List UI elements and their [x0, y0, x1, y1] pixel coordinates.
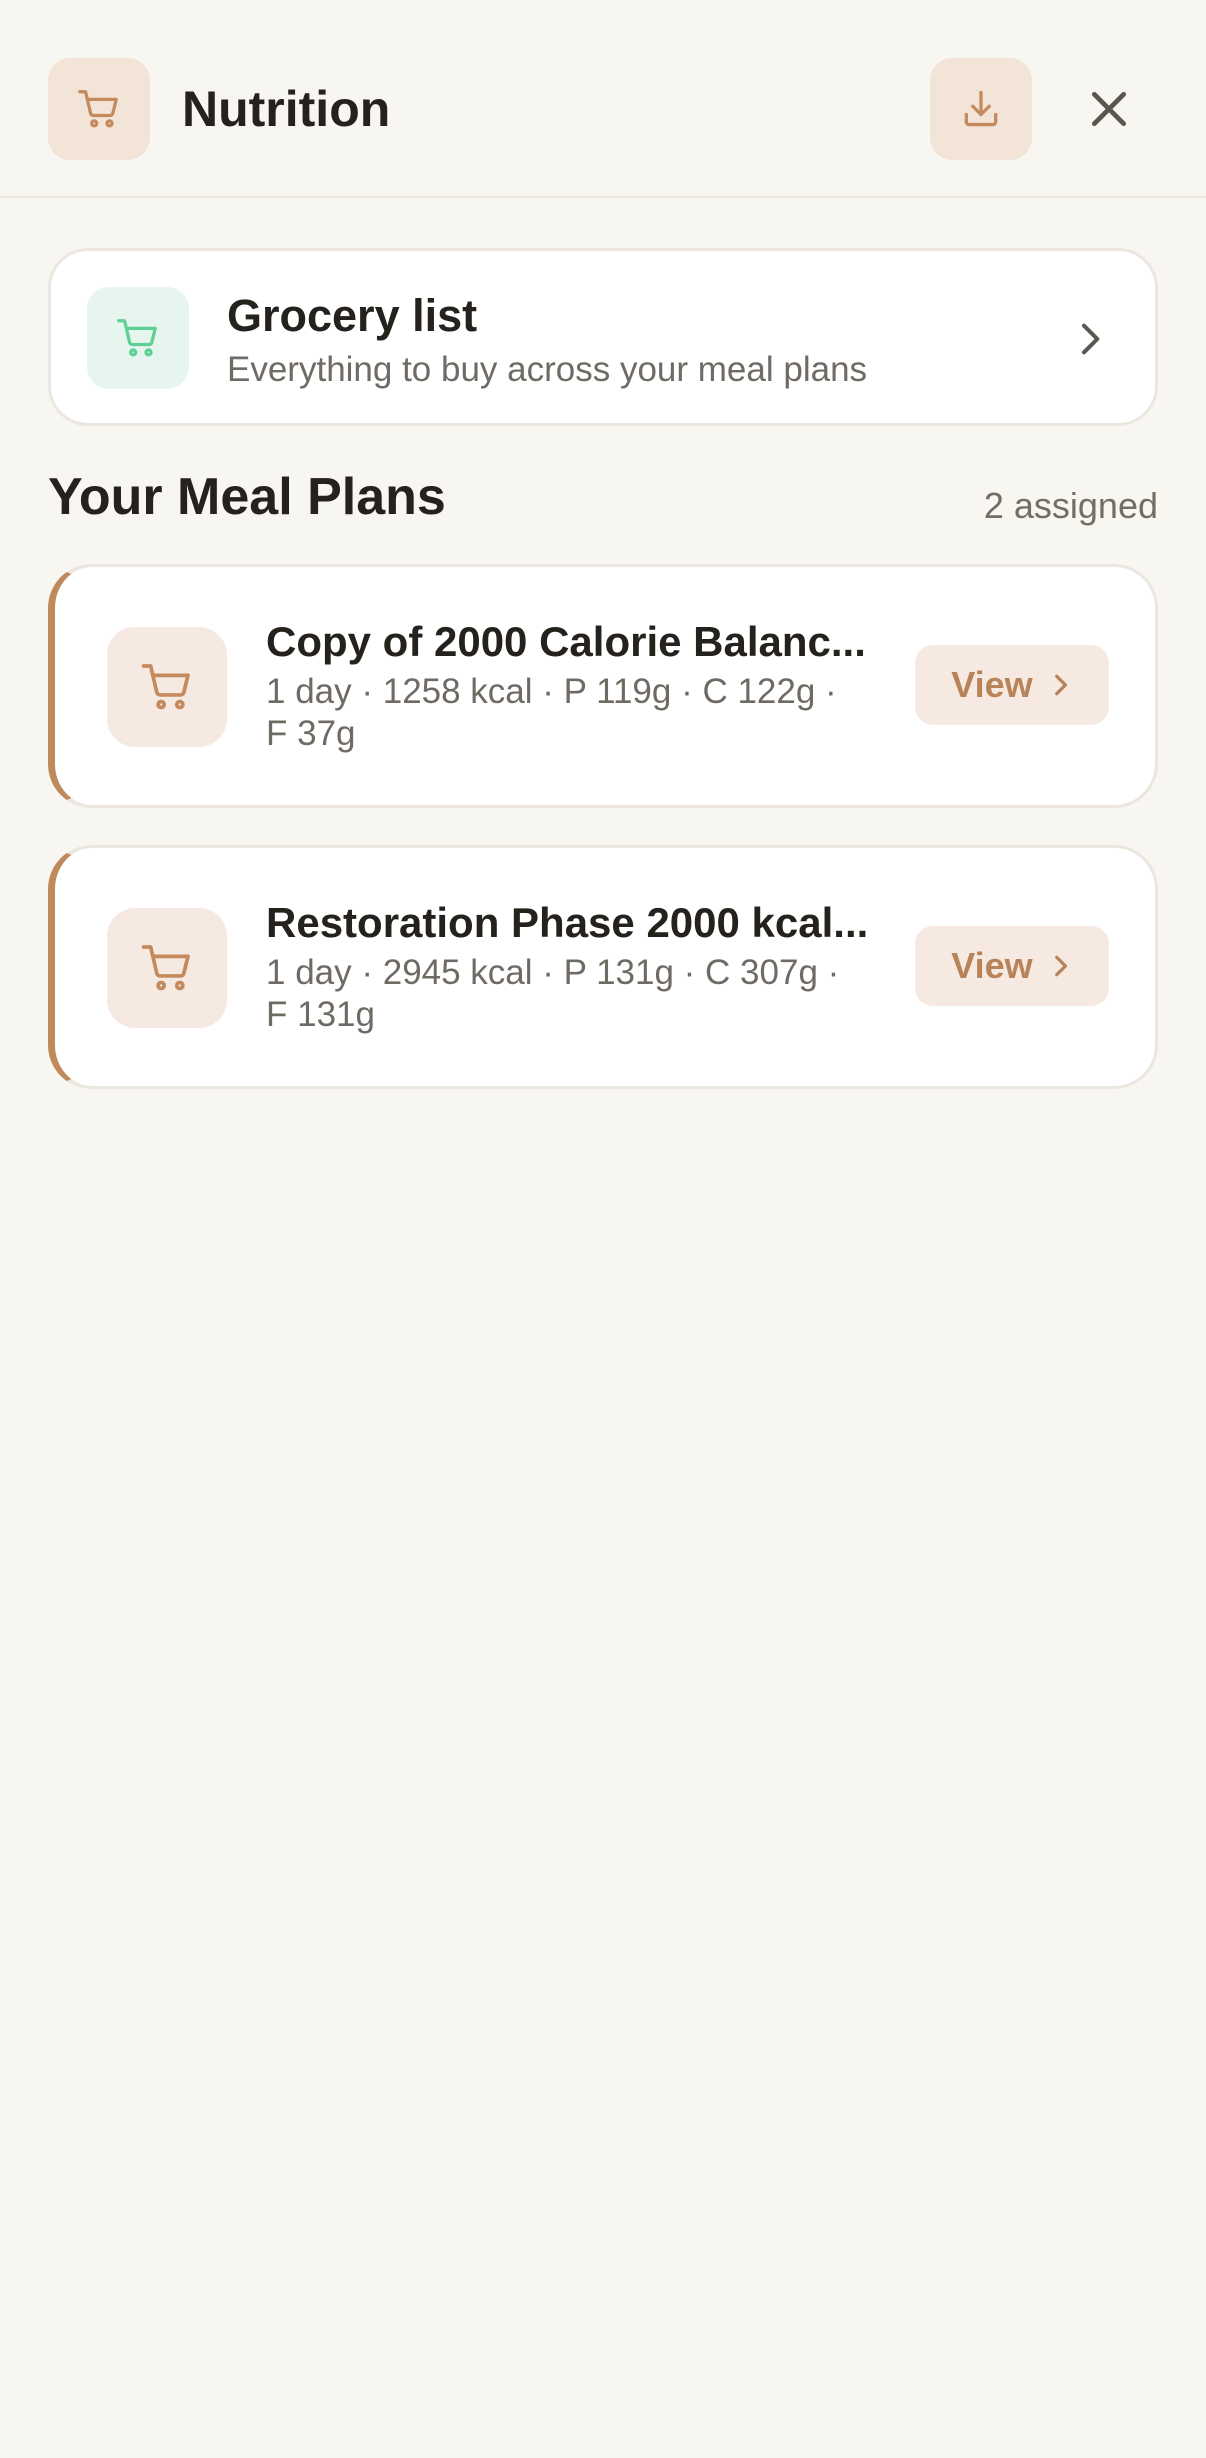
meal-plan-title: Restoration Phase 2000 kcal... — [266, 899, 869, 946]
cart-icon — [107, 627, 227, 747]
close-button[interactable] — [1070, 70, 1148, 148]
cart-icon — [48, 58, 150, 160]
assigned-count: 2 assigned — [983, 485, 1158, 526]
view-button[interactable]: View — [915, 645, 1109, 725]
page-title: Nutrition — [182, 81, 391, 137]
download-button[interactable] — [930, 58, 1032, 160]
grocery-list-subtitle: Everything to buy across your meal plans — [227, 350, 868, 389]
close-icon — [1091, 91, 1127, 127]
grocery-list-card[interactable]: Grocery list Everything to buy across yo… — [48, 248, 1158, 426]
view-button[interactable]: View — [915, 926, 1109, 1006]
meal-plan-meta: 1 day · 2945 kcal · P 131g · C 307g · F … — [266, 953, 840, 1034]
cart-icon — [87, 287, 189, 389]
meal-plan-card[interactable]: Copy of 2000 Calorie Balanc... 1 day · 1… — [48, 564, 1158, 808]
meal-plan-card[interactable]: Restoration Phase 2000 kcal... 1 day · 2… — [48, 845, 1158, 1089]
view-button-label: View — [951, 664, 1033, 705]
chevron-right-icon — [1063, 313, 1115, 365]
meal-plan-title: Copy of 2000 Calorie Balanc... — [266, 618, 866, 665]
download-icon — [964, 90, 998, 127]
section-heading: Your Meal Plans — [48, 468, 446, 526]
grocery-list-title: Grocery list — [227, 290, 478, 341]
meal-plan-meta: 1 day · 1258 kcal · P 119g · C 122g · F … — [266, 672, 837, 753]
cart-icon — [107, 908, 227, 1028]
view-button-label: View — [951, 945, 1033, 986]
chevron-right-icon — [1047, 953, 1073, 979]
app-header: Nutrition — [0, 0, 1206, 198]
chevron-right-icon — [1047, 672, 1073, 698]
